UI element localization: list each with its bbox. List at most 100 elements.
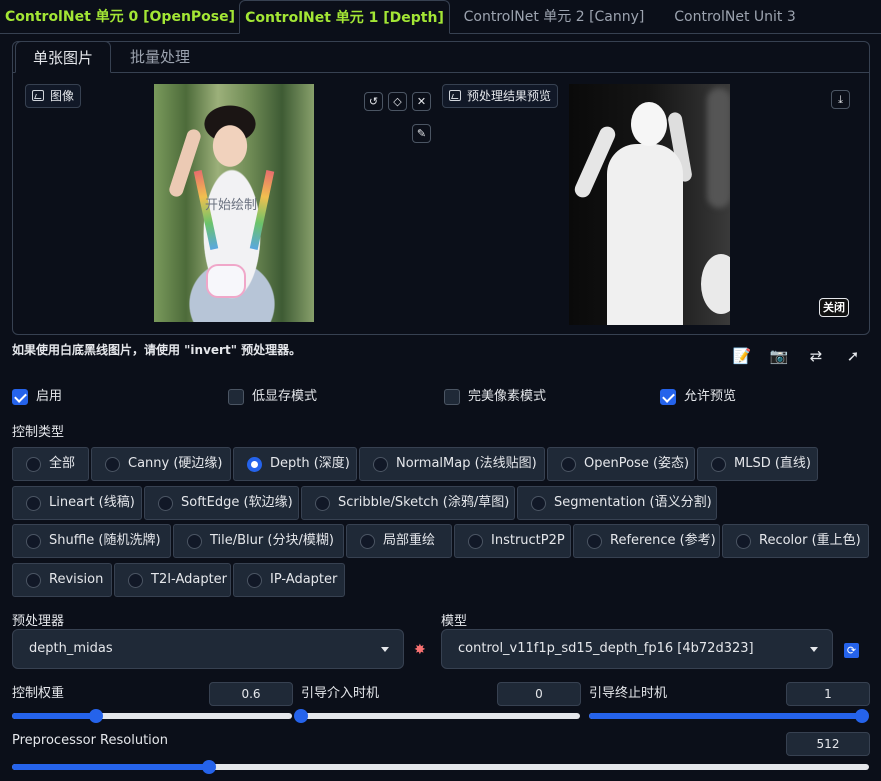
camera-icon[interactable]: 📷 xyxy=(768,346,790,366)
control-type-option[interactable]: Lineart (线稿) xyxy=(12,486,142,520)
brush-icon[interactable]: ✎ xyxy=(412,124,431,143)
radio-dot[interactable] xyxy=(187,534,202,549)
radio-dot[interactable] xyxy=(531,496,546,511)
pixel-perfect-label: 完美像素模式 xyxy=(468,389,547,404)
option-label: Reference (参考) xyxy=(610,533,716,548)
run-preprocessor-icon[interactable]: ✸ xyxy=(414,642,426,658)
radio-dot[interactable] xyxy=(468,534,483,549)
control-type-option[interactable]: T2I-Adapter xyxy=(114,563,231,597)
checkbox-box[interactable] xyxy=(660,389,676,405)
tab-unit-0[interactable]: ControlNet 单元 0 [OpenPose] xyxy=(4,0,236,34)
radio-dot[interactable] xyxy=(315,496,330,511)
option-label: IP-Adapter xyxy=(270,572,338,587)
download-icon[interactable]: ⤓ xyxy=(831,90,850,109)
control-type-option[interactable]: Revision xyxy=(12,563,112,597)
slider-handle[interactable] xyxy=(89,709,103,723)
control-type-option[interactable]: OpenPose (姿态) xyxy=(547,447,695,481)
control-type-label: 控制类型 xyxy=(12,425,65,440)
tab-unit-2[interactable]: ControlNet 单元 2 [Canny] xyxy=(452,0,656,34)
radio-dot[interactable] xyxy=(26,496,41,511)
radio-dot[interactable] xyxy=(360,534,375,549)
radio-dot[interactable] xyxy=(247,573,262,588)
checkbox-box[interactable] xyxy=(228,389,244,405)
control-type-option[interactable]: Shuffle (随机洗牌) xyxy=(12,524,171,558)
control-weight-input[interactable]: 0.6 xyxy=(209,682,293,706)
image-icon xyxy=(32,90,44,101)
close-preview-button[interactable]: 关闭 xyxy=(819,298,849,317)
enable-checkbox[interactable]: 启用 xyxy=(12,388,62,406)
radio-dot[interactable] xyxy=(373,457,388,472)
rotate-icon[interactable]: ↺ xyxy=(364,92,383,111)
control-type-option[interactable]: 全部 xyxy=(12,447,89,481)
control-type-option[interactable]: Scribble/Sketch (涂鸦/草图) xyxy=(301,486,515,520)
radio-dot[interactable] xyxy=(587,534,602,549)
control-type-option[interactable]: NormalMap (法线贴图) xyxy=(359,447,545,481)
option-label: InstructP2P xyxy=(491,533,565,548)
control-type-option[interactable]: Recolor (重上色) xyxy=(722,524,869,558)
allow-preview-checkbox[interactable]: 允许预览 xyxy=(660,388,736,406)
option-label: Shuffle (随机洗牌) xyxy=(49,533,161,548)
tab-unit-3[interactable]: ControlNet Unit 3 xyxy=(660,0,810,34)
photo-detail xyxy=(206,264,246,298)
tab-single-image[interactable]: 单张图片 xyxy=(15,41,111,73)
tab-batch[interactable]: 批量处理 xyxy=(113,41,207,73)
control-weight-label: 控制权重 xyxy=(12,686,65,701)
radio-dot[interactable] xyxy=(158,496,173,511)
tab-unit-1[interactable]: ControlNet 单元 1 [Depth] xyxy=(239,0,450,34)
slider-fill xyxy=(589,713,862,719)
radio-dot[interactable] xyxy=(711,457,726,472)
low-vram-checkbox[interactable]: 低显存模式 xyxy=(228,388,317,406)
radio-dot[interactable] xyxy=(561,457,576,472)
radio-dot[interactable] xyxy=(26,573,41,588)
radio-dot[interactable] xyxy=(247,457,262,472)
checkbox-box[interactable] xyxy=(444,389,460,405)
preprocessor-resolution-slider[interactable] xyxy=(12,760,869,774)
guidance-end-input[interactable]: 1 xyxy=(786,682,870,706)
pixel-perfect-checkbox[interactable]: 完美像素模式 xyxy=(444,388,546,406)
notepad-icon[interactable]: 📝 xyxy=(731,346,753,366)
send-arrow-icon[interactable]: ➚ xyxy=(842,346,864,366)
model-select[interactable]: control_v11f1p_sd15_depth_fp16 [4b72d323… xyxy=(441,629,833,669)
refresh-icon[interactable]: ⟳ xyxy=(844,643,859,658)
slider-handle[interactable] xyxy=(294,709,308,723)
control-type-option[interactable]: Tile/Blur (分块/模糊) xyxy=(173,524,344,558)
radio-dot[interactable] xyxy=(105,457,120,472)
preprocessor-resolution-input[interactable]: 512 xyxy=(786,732,870,756)
guidance-start-label: 引导介入时机 xyxy=(301,686,380,701)
control-type-option[interactable]: Segmentation (语义分割) xyxy=(517,486,717,520)
control-type-option[interactable]: SoftEdge (软边缘) xyxy=(144,486,299,520)
control-weight-slider[interactable] xyxy=(12,709,292,723)
control-type-option[interactable]: InstructP2P xyxy=(454,524,571,558)
depth-detail xyxy=(607,144,683,325)
preprocessor-preview-image xyxy=(569,84,730,325)
swap-arrows-icon[interactable]: ⇄ xyxy=(805,346,827,366)
radio-dot[interactable] xyxy=(736,534,751,549)
option-label: OpenPose (姿态) xyxy=(584,456,690,471)
option-label: T2I-Adapter xyxy=(151,572,228,587)
control-type-option[interactable]: Reference (参考) xyxy=(573,524,720,558)
slider-handle[interactable] xyxy=(855,709,869,723)
option-label: MLSD (直线) xyxy=(734,456,811,471)
guidance-start-input[interactable]: 0 xyxy=(497,682,581,706)
control-type-option[interactable]: Depth (深度) xyxy=(233,447,357,481)
control-type-option[interactable]: Canny (硬边缘) xyxy=(91,447,231,481)
slider-handle[interactable] xyxy=(202,760,217,774)
image-input-label-text: 图像 xyxy=(50,89,75,103)
radio-dot[interactable] xyxy=(26,457,41,472)
control-type-option[interactable]: 局部重绘 xyxy=(346,524,452,558)
control-type-option[interactable]: MLSD (直线) xyxy=(697,447,818,481)
control-type-option[interactable]: IP-Adapter xyxy=(233,563,345,597)
guidance-start-slider[interactable] xyxy=(294,709,580,723)
eraser-icon[interactable]: ◇ xyxy=(388,92,407,111)
guidance-end-slider[interactable] xyxy=(589,709,869,723)
allow-preview-label: 允许预览 xyxy=(684,389,737,404)
radio-dot[interactable] xyxy=(26,534,41,549)
low-vram-label: 低显存模式 xyxy=(252,389,318,404)
chevron-down-icon xyxy=(381,647,389,652)
close-icon[interactable]: ✕ xyxy=(412,92,431,111)
preprocessor-select[interactable]: depth_midas xyxy=(12,629,404,669)
start-drawing-hint: 开始绘制 xyxy=(205,198,258,213)
radio-dot[interactable] xyxy=(128,573,143,588)
option-label: Scribble/Sketch (涂鸦/草图) xyxy=(338,495,510,510)
checkbox-box[interactable] xyxy=(12,389,28,405)
